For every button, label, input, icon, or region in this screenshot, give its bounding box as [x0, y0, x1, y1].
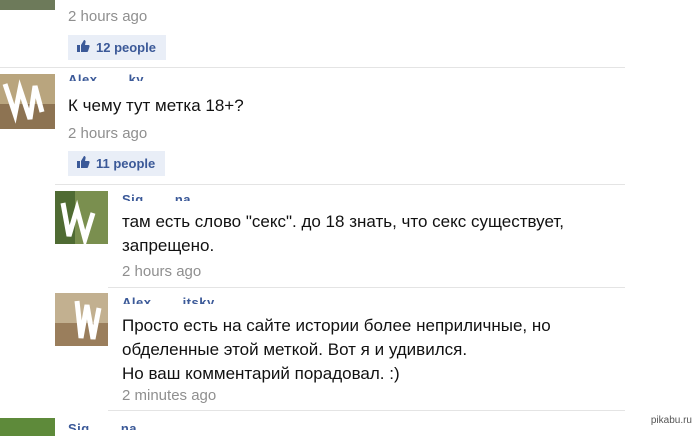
reply-timestamp[interactable]: 2 hours ago — [122, 263, 201, 280]
reply-timestamp[interactable]: 2 minutes ago — [122, 387, 216, 404]
avatar[interactable] — [55, 191, 108, 244]
reply-text-line: там есть слово "секс". до 18 знать, что … — [122, 212, 564, 231]
like-count-label: 12 people — [96, 40, 156, 55]
thumbs-up-icon — [76, 155, 90, 172]
reply-text-line: обделенные этой меткой. Вот я и удивился… — [122, 340, 468, 359]
reply-author[interactable]: Sig… …na — [68, 422, 137, 430]
comment-timestamp[interactable]: 2 hours ago — [68, 125, 147, 142]
comment-text: К чему тут метка 18+? — [68, 96, 244, 115]
divider — [0, 67, 625, 68]
reply-text-line: Но ваш комментарий порадовал. :) — [122, 364, 400, 383]
divider — [108, 410, 625, 411]
reply-author[interactable]: Sig… …na — [122, 193, 191, 201]
avatar[interactable] — [55, 293, 108, 346]
thumbs-up-icon — [76, 39, 90, 56]
avatar[interactable] — [0, 74, 55, 129]
divider — [108, 287, 625, 288]
like-count-label: 11 people — [96, 156, 156, 171]
divider — [55, 184, 625, 185]
like-count-button[interactable]: 11 people — [68, 151, 166, 176]
comment-author[interactable]: Alex… …ky — [68, 73, 144, 81]
avatar[interactable] — [0, 418, 55, 436]
like-count-button[interactable]: 12 people — [68, 35, 166, 60]
watermark: pikabu.ru — [650, 415, 692, 426]
reply-text-line: запрещено. — [122, 236, 215, 255]
reply-author[interactable]: Alex… …itsky — [122, 296, 215, 304]
comment-timestamp[interactable]: 2 hours ago — [68, 8, 147, 25]
reply-text-line: Просто есть на сайте истории более непри… — [122, 316, 551, 335]
avatar[interactable] — [0, 0, 55, 10]
